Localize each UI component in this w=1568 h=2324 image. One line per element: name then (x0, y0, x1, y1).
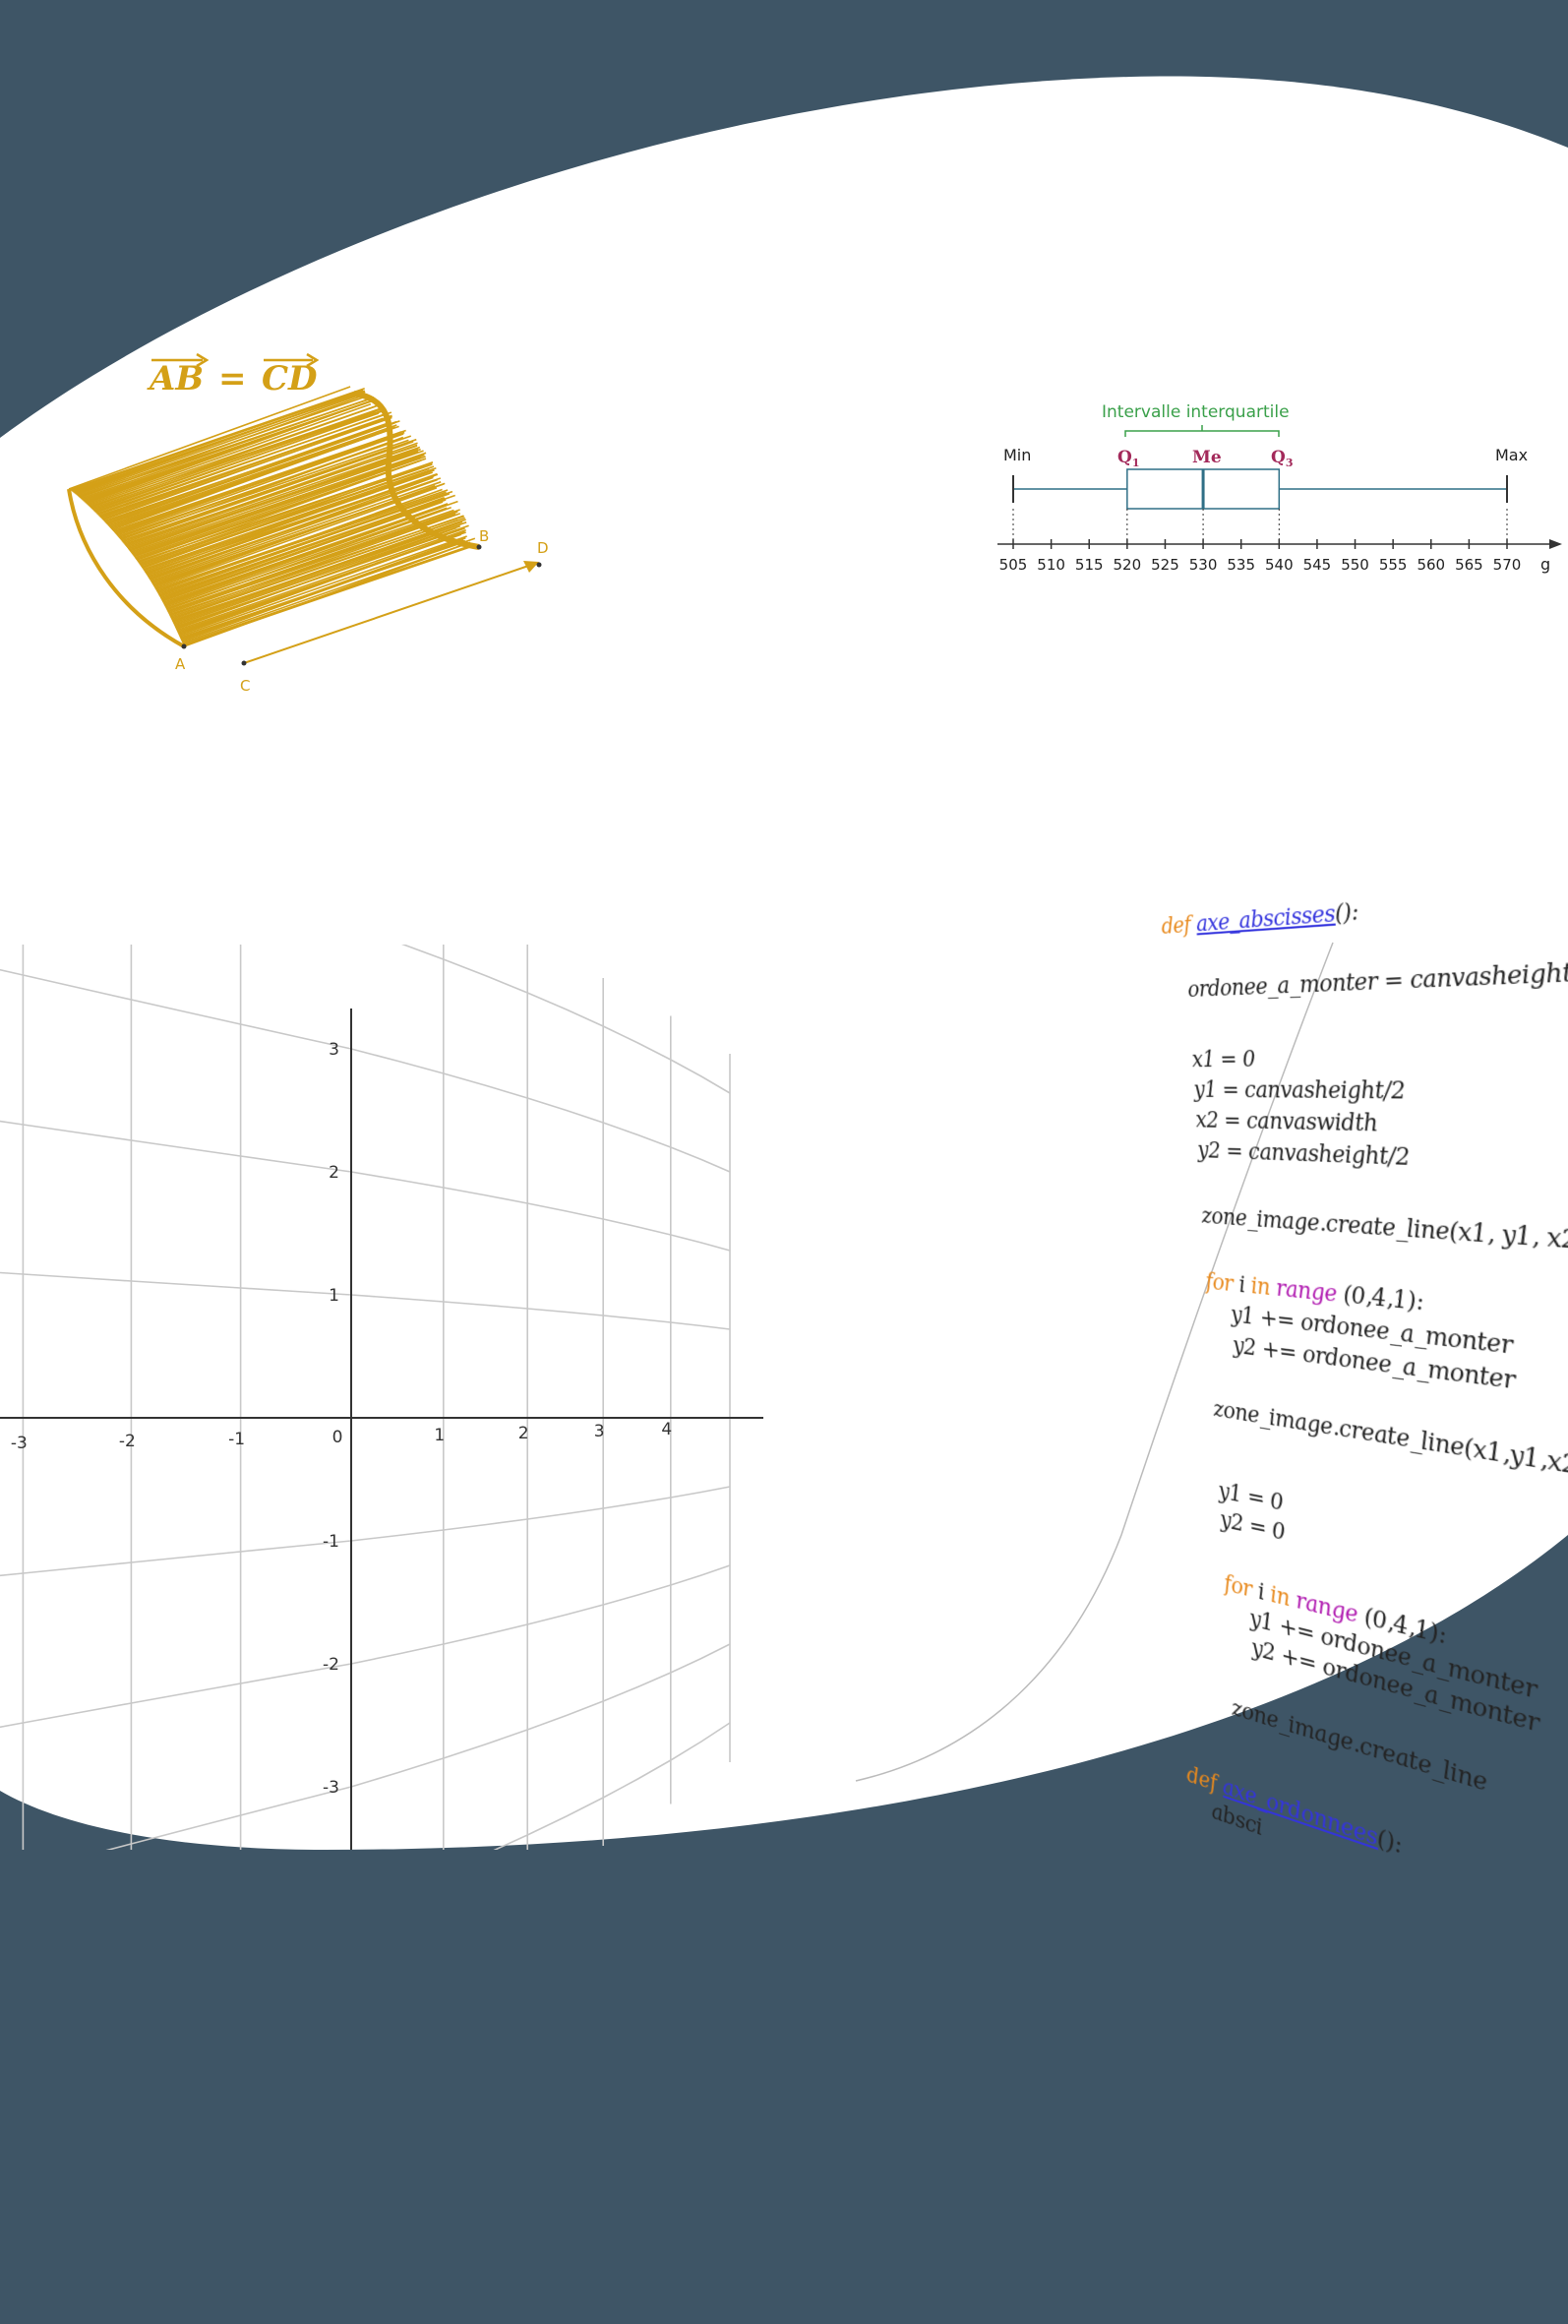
point-b-label: B (479, 527, 489, 545)
y-tick-label: 3 (329, 1040, 339, 1060)
y-tick-label: -3 (323, 1778, 339, 1798)
boxplot-tick-label: 540 (1265, 556, 1294, 574)
point-a-label: A (175, 655, 186, 673)
boxplot-tick-label: 550 (1341, 556, 1369, 574)
boxplot-tick-label: 515 (1075, 556, 1104, 574)
y-tick-label: -1 (323, 1532, 339, 1552)
x-tick-label: 1 (434, 1426, 445, 1445)
x-tick-label: 4 (661, 1420, 672, 1439)
y-tick-label: -2 (323, 1655, 339, 1675)
min-label: Min (1003, 446, 1031, 464)
unit-label: g (1540, 555, 1550, 574)
boxplot-tick-label: 525 (1151, 556, 1179, 574)
boxplot-tick-label: 530 (1189, 556, 1218, 574)
point-c-label: C (240, 677, 250, 695)
equals-sign: = (218, 359, 247, 398)
x-tick-label: -2 (119, 1432, 136, 1451)
x-tick-label: -1 (228, 1430, 245, 1449)
x-tick-label: 3 (594, 1422, 605, 1441)
x-tick-label: 2 (518, 1424, 529, 1443)
boxplot-tick-label: 565 (1455, 556, 1483, 574)
interquartile-label: Intervalle interquartile (1102, 402, 1290, 422)
background-canvas: AB = CD A B C D Intervalle interquartile… (0, 0, 1568, 2324)
point-d-label: D (537, 539, 549, 557)
boxplot-tick-label: 555 (1379, 556, 1408, 574)
vector-lhs: AB (147, 359, 204, 398)
boxplot-tick-label: 505 (999, 556, 1028, 574)
paper-shape (0, 76, 1568, 1850)
x-tick-label: 0 (332, 1428, 343, 1447)
max-label: Max (1495, 446, 1528, 464)
x-tick-label: -3 (11, 1434, 28, 1453)
boxplot-tick-label: 510 (1037, 556, 1065, 574)
boxplot-tick-label: 570 (1493, 556, 1522, 574)
ab-cd-equation: AB = CD (147, 354, 318, 398)
boxplot-tick-label: 535 (1227, 556, 1255, 574)
boxplot-tick-label: 545 (1303, 556, 1332, 574)
boxplot-tick-label: 560 (1417, 556, 1445, 574)
y-tick-label: 1 (329, 1286, 339, 1306)
y-tick-label: 2 (329, 1163, 339, 1183)
boxplot-tick-label: 520 (1114, 556, 1142, 574)
median-label: Me (1192, 448, 1222, 467)
